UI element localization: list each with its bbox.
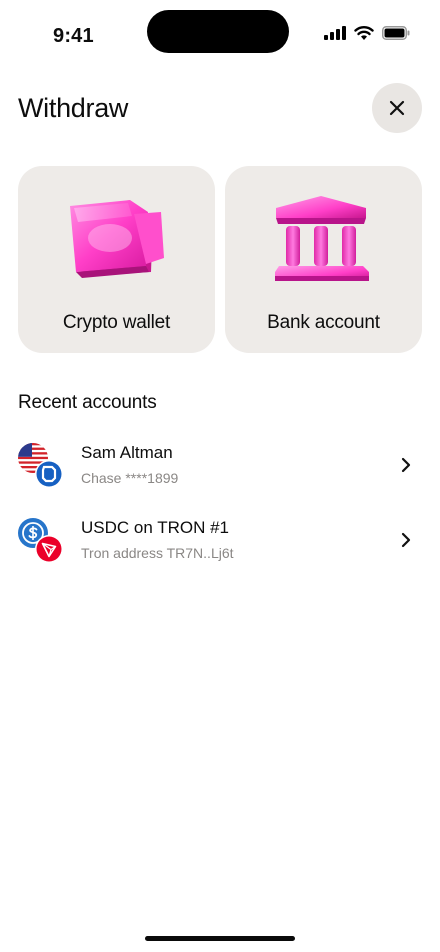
status-time: 9:41 xyxy=(53,25,94,47)
account-row[interactable]: Sam Altman Chase ****1899 xyxy=(0,435,440,499)
status-icons xyxy=(324,25,410,40)
chevron-right-icon xyxy=(401,457,411,473)
status-bar: 9:41 xyxy=(0,0,440,70)
dynamic-island xyxy=(147,10,289,53)
account-name: USDC on TRON #1 xyxy=(81,518,230,537)
account-detail: Tron address TR7N..Lj6t xyxy=(81,545,234,561)
page-title: Withdraw xyxy=(18,93,129,123)
header: Withdraw xyxy=(0,82,440,134)
bank-account-label: Bank account xyxy=(267,312,380,333)
bank-icon xyxy=(275,196,369,281)
withdraw-options: Crypto wallet Bank account xyxy=(18,166,422,353)
recent-accounts-heading: Recent accounts xyxy=(18,392,157,413)
crypto-wallet-card[interactable]: Crypto wallet xyxy=(18,166,215,353)
close-icon xyxy=(389,100,405,116)
account-row[interactable]: USDC on TRON #1 Tron address TR7N..Lj6t xyxy=(0,510,440,574)
chevron-right-icon xyxy=(401,532,411,548)
close-button[interactable] xyxy=(372,83,422,133)
battery-icon xyxy=(382,25,410,40)
home-indicator[interactable] xyxy=(145,936,295,941)
wallet-icon xyxy=(70,200,164,278)
wifi-icon xyxy=(354,26,374,40)
bank-account-card[interactable]: Bank account xyxy=(225,166,422,353)
account-detail: Chase ****1899 xyxy=(81,470,179,486)
usdc-tron-icon xyxy=(18,518,63,563)
us-flag-chase-icon xyxy=(18,443,63,488)
crypto-wallet-label: Crypto wallet xyxy=(62,312,171,333)
cellular-signal-icon xyxy=(324,25,346,40)
account-name: Sam Altman xyxy=(81,443,173,462)
